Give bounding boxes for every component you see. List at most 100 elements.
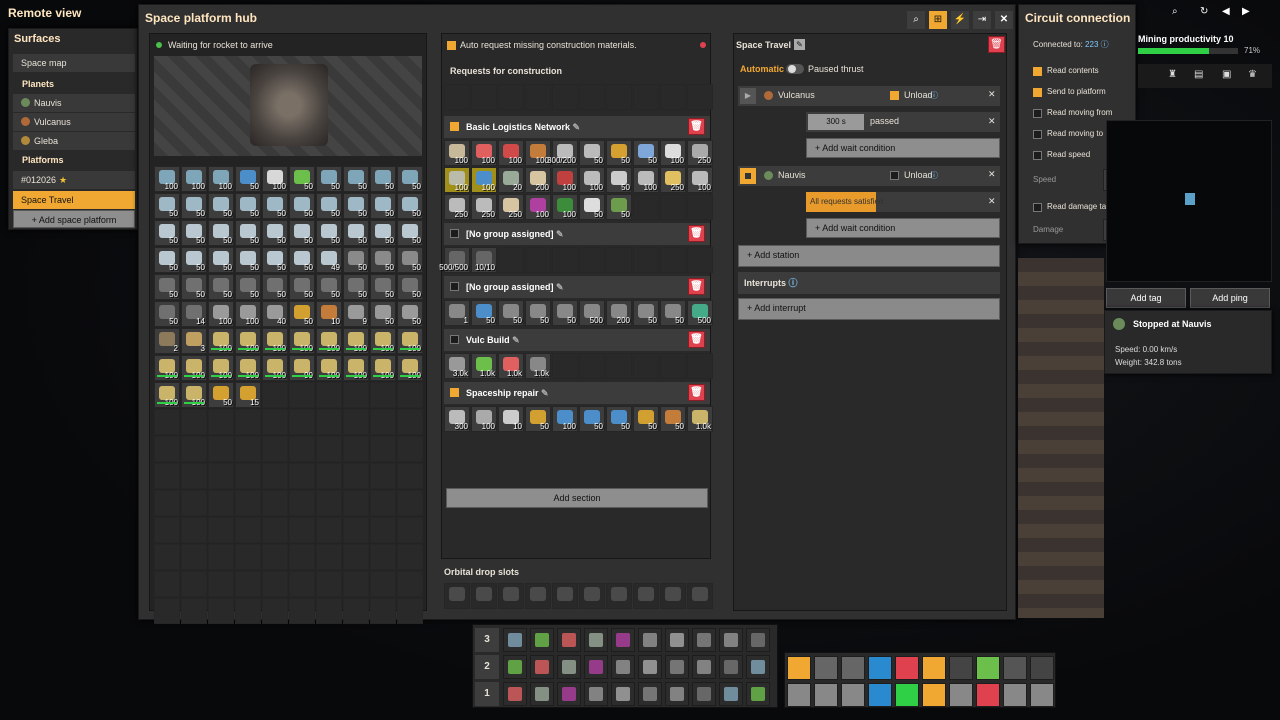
circuit-option-checkbox[interactable]: [1033, 151, 1042, 160]
item-slot[interactable]: [289, 490, 315, 516]
item-slot[interactable]: [444, 84, 470, 110]
item-slot[interactable]: 50: [397, 193, 423, 219]
shortcut-button[interactable]: [1030, 683, 1054, 707]
item-slot[interactable]: [471, 84, 497, 110]
item-slot[interactable]: [552, 247, 578, 273]
quickbar-row-number[interactable]: 1: [475, 682, 499, 706]
item-slot[interactable]: [579, 84, 605, 110]
item-slot[interactable]: [262, 436, 288, 462]
item-slot[interactable]: [289, 463, 315, 489]
circuit-option-checkbox[interactable]: [1033, 109, 1042, 118]
item-slot[interactable]: [289, 571, 315, 597]
item-slot[interactable]: 100: [343, 328, 369, 354]
shortcut-button[interactable]: [895, 656, 919, 680]
item-slot[interactable]: [633, 353, 659, 379]
item-slot[interactable]: 50: [397, 274, 423, 300]
item-slot[interactable]: [343, 409, 369, 435]
item-slot[interactable]: [154, 517, 180, 543]
item-slot[interactable]: 100: [208, 166, 234, 192]
item-slot[interactable]: [370, 436, 396, 462]
item-slot[interactable]: 50: [660, 300, 686, 326]
item-slot[interactable]: [235, 490, 261, 516]
item-slot[interactable]: [444, 583, 470, 609]
quickbar-slot[interactable]: [665, 628, 689, 652]
item-slot[interactable]: 500/500: [439, 247, 470, 273]
quickbar-slot[interactable]: [692, 682, 716, 706]
item-slot[interactable]: 100: [444, 167, 470, 193]
minimap[interactable]: [1106, 120, 1272, 282]
quickbar-row-number[interactable]: 3: [475, 628, 499, 652]
item-slot[interactable]: [660, 353, 686, 379]
item-slot[interactable]: 50: [208, 193, 234, 219]
item-slot[interactable]: [235, 463, 261, 489]
shortcut-button[interactable]: [949, 683, 973, 707]
item-slot[interactable]: [370, 490, 396, 516]
item-slot[interactable]: 50: [208, 382, 234, 408]
item-slot[interactable]: [343, 517, 369, 543]
item-slot[interactable]: [498, 247, 524, 273]
shortcut-button[interactable]: [841, 656, 865, 680]
item-slot[interactable]: 1.0k: [687, 406, 713, 432]
refresh-icon[interactable]: ↻: [1200, 6, 1208, 17]
quickbar-slot[interactable]: [638, 682, 662, 706]
item-slot[interactable]: 100: [552, 167, 578, 193]
item-slot[interactable]: 50: [289, 193, 315, 219]
item-slot[interactable]: 50: [370, 247, 396, 273]
item-slot[interactable]: [606, 247, 632, 273]
shortcut-button[interactable]: [868, 656, 892, 680]
item-slot[interactable]: 100: [181, 382, 207, 408]
item-slot[interactable]: 50: [289, 220, 315, 246]
item-slot[interactable]: 50: [154, 220, 180, 246]
item-slot[interactable]: 100: [181, 355, 207, 381]
item-slot[interactable]: [289, 598, 315, 624]
paused-toggle[interactable]: [786, 64, 804, 74]
item-slot[interactable]: 100: [154, 382, 180, 408]
item-slot[interactable]: [316, 382, 342, 408]
item-slot[interactable]: [262, 598, 288, 624]
item-slot[interactable]: 100: [370, 328, 396, 354]
item-slot[interactable]: 100: [262, 355, 288, 381]
quickbar-slot[interactable]: [692, 628, 716, 652]
item-slot[interactable]: [262, 571, 288, 597]
item-slot[interactable]: 50: [525, 300, 551, 326]
item-slot[interactable]: 50: [262, 193, 288, 219]
item-slot[interactable]: [579, 353, 605, 379]
quickbar-slot[interactable]: [719, 655, 743, 679]
item-slot[interactable]: [397, 436, 423, 462]
network-icon[interactable]: ⊞: [929, 11, 947, 29]
item-slot[interactable]: [181, 517, 207, 543]
item-slot[interactable]: [343, 463, 369, 489]
item-slot[interactable]: [289, 544, 315, 570]
section-checkbox[interactable]: [450, 282, 459, 291]
item-slot[interactable]: 50: [606, 140, 632, 166]
quickbar-slot[interactable]: [746, 682, 770, 706]
planet-nauvis[interactable]: Nauvis: [13, 94, 135, 112]
item-slot[interactable]: [660, 194, 686, 220]
item-slot[interactable]: 300: [444, 406, 470, 432]
item-slot[interactable]: [262, 490, 288, 516]
item-slot[interactable]: 50: [154, 301, 180, 327]
item-slot[interactable]: [181, 436, 207, 462]
item-slot[interactable]: 1.0k: [525, 353, 551, 379]
item-slot[interactable]: [370, 409, 396, 435]
item-slot[interactable]: 3.0k: [444, 353, 470, 379]
remove-station-icon[interactable]: ✕: [988, 169, 996, 180]
item-slot[interactable]: [606, 84, 632, 110]
tool-1-icon[interactable]: ♜: [1168, 69, 1177, 80]
item-slot[interactable]: [316, 598, 342, 624]
item-slot[interactable]: [370, 382, 396, 408]
item-slot[interactable]: [262, 517, 288, 543]
shortcut-button[interactable]: [868, 683, 892, 707]
quickbar-slot[interactable]: [557, 655, 581, 679]
item-slot[interactable]: 250: [444, 194, 470, 220]
close-icon[interactable]: ✕: [995, 11, 1013, 29]
item-slot[interactable]: 10: [498, 406, 524, 432]
section-checkbox[interactable]: [450, 122, 459, 131]
item-slot[interactable]: [525, 583, 551, 609]
shortcut-button[interactable]: [814, 683, 838, 707]
item-slot[interactable]: 50: [154, 193, 180, 219]
item-slot[interactable]: [154, 409, 180, 435]
item-slot[interactable]: [687, 247, 713, 273]
item-slot[interactable]: 50: [316, 274, 342, 300]
item-slot[interactable]: [579, 583, 605, 609]
